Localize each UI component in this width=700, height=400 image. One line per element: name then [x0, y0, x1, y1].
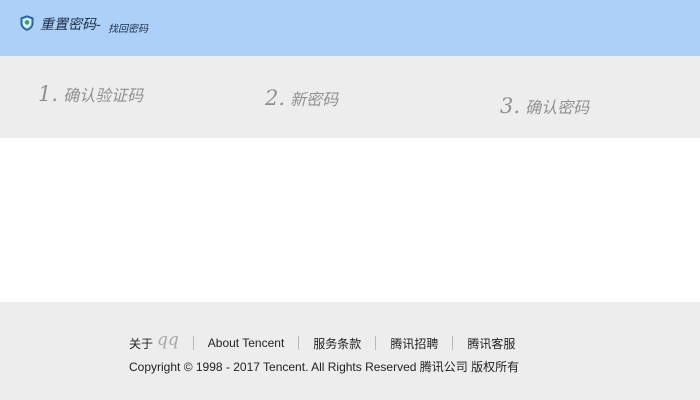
- step-2-label: 新密码: [290, 90, 339, 109]
- main-content: [0, 138, 700, 302]
- step-3-number: 3.: [500, 94, 521, 118]
- divider: [375, 336, 377, 350]
- step-3: 3. 确认密码: [500, 94, 589, 118]
- header-bar: 重置密码- 找回密码: [0, 0, 700, 56]
- step-indicator: 1. 确认验证码 2. 新密码 3. 确认密码: [0, 56, 700, 138]
- page-title: 重置密码-: [40, 17, 101, 33]
- footer: 关于 qq About Tencent 服务条款 腾讯招聘 腾讯客服 Copyr…: [0, 302, 700, 400]
- step-2: 2. 新密码: [265, 86, 338, 110]
- step-1-label: 确认验证码: [63, 86, 144, 105]
- about-qq-link[interactable]: 关于 qq: [129, 330, 179, 353]
- tencent-careers-link[interactable]: 腾讯招聘: [390, 335, 438, 352]
- divider: [452, 336, 454, 350]
- about-label: 关于: [129, 336, 154, 351]
- copyright-text: Copyright © 1998 - 2017 Tencent. All Rig…: [129, 360, 520, 374]
- step-3-label: 确认密码: [525, 98, 590, 117]
- step-1-number: 1.: [38, 82, 59, 106]
- step-1: 1. 确认验证码: [38, 82, 143, 106]
- reset-password-page: 重置密码- 找回密码 1. 确认验证码 2. 新密码 3. 确认密码 关于 qq…: [0, 0, 700, 400]
- divider: [298, 336, 300, 350]
- qq-logo: qq: [157, 330, 179, 350]
- footer-links: 关于 qq About Tencent 服务条款 腾讯招聘 腾讯客服: [129, 330, 515, 353]
- page-subtitle: 找回密码: [108, 24, 148, 35]
- tencent-customer-service-link[interactable]: 腾讯客服: [467, 335, 515, 352]
- divider: [192, 336, 194, 350]
- terms-of-service-link[interactable]: 服务条款: [313, 335, 361, 352]
- shield-icon: [20, 15, 34, 31]
- about-tencent-link[interactable]: About Tencent: [208, 336, 285, 350]
- step-2-number: 2.: [265, 86, 286, 110]
